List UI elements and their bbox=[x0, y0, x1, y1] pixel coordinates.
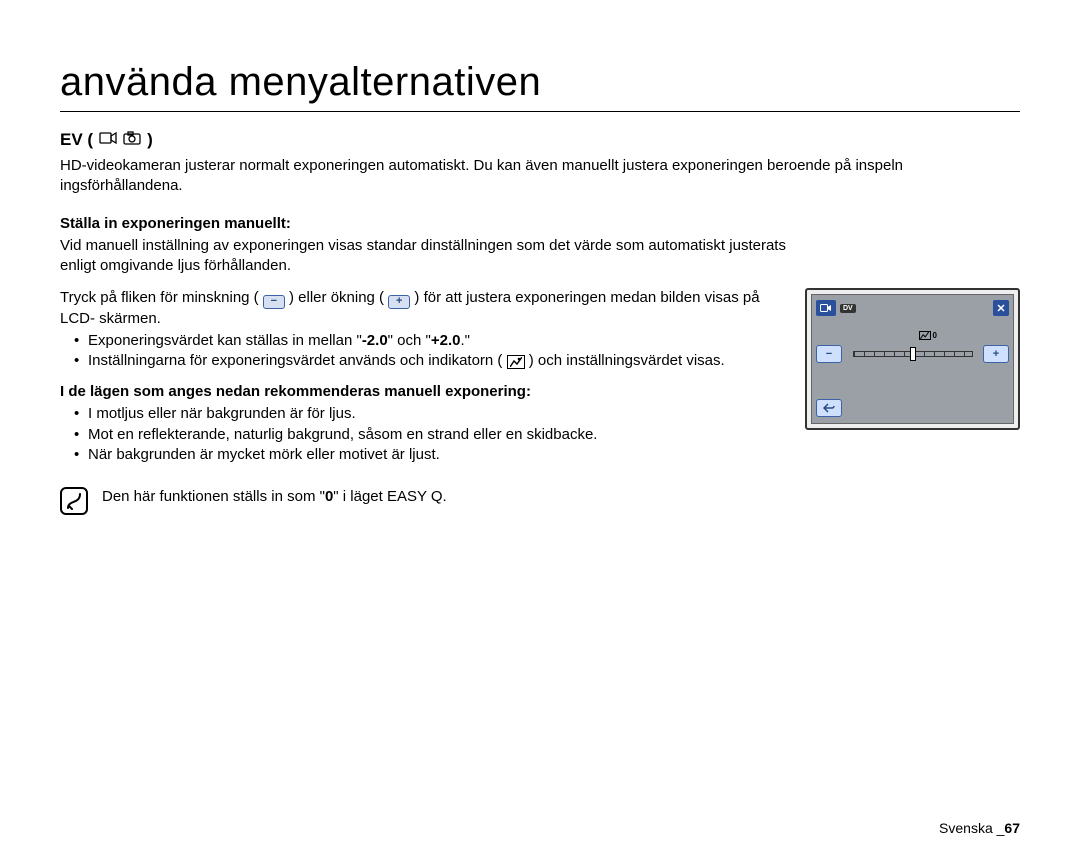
note-text: Den här funktionen ställs in som "0" i l… bbox=[102, 487, 447, 507]
lcd-figure: DV − 0 bbox=[805, 288, 1020, 430]
exposure-indicator-icon bbox=[507, 355, 525, 369]
manual-page: använda menyalternativen EV ( ) HD-video… bbox=[0, 0, 1080, 866]
list-item: Mot en reflekterande, naturlig bakgrund,… bbox=[74, 425, 785, 445]
recommended-list: I motljus eller när bakgrunden är för lj… bbox=[74, 404, 785, 465]
lcd-indicator-icon bbox=[919, 331, 931, 340]
paragraph-manual-desc: Vid manuell inställning av exponeringen … bbox=[60, 236, 790, 277]
intro-paragraph: HD-videokameran justerar normalt exponer… bbox=[60, 156, 1000, 197]
bullet-indicator: Inställningarna för exponeringsvärdet an… bbox=[74, 351, 785, 371]
lcd-close-icon bbox=[993, 300, 1009, 316]
lcd-ev-scale: 0 bbox=[846, 345, 979, 363]
lcd-plus-button: + bbox=[983, 345, 1009, 363]
subheading-recommended: I de lägen som anges nedan rekommenderas… bbox=[60, 383, 785, 400]
page-number: 67 bbox=[1004, 820, 1020, 836]
lcd-back-button bbox=[816, 399, 842, 417]
lcd-mode-label: DV bbox=[840, 304, 856, 313]
lcd-ev-value: 0 bbox=[933, 331, 937, 340]
page-title: använda menyalternativen bbox=[60, 60, 1020, 112]
video-mode-icon bbox=[99, 130, 117, 150]
note-row: Den här funktionen ställs in som "0" i l… bbox=[60, 487, 785, 515]
list-item: När bakgrunden är mycket mörk eller moti… bbox=[74, 445, 785, 465]
bullet-range: Exponeringsvärdet kan ställas in mellan … bbox=[74, 331, 785, 351]
paragraph-tabs: Tryck på fliken för minskning ( − ) elle… bbox=[60, 288, 785, 329]
content-row: Tryck på fliken för minskning ( − ) elle… bbox=[60, 288, 1020, 515]
page-footer: Svenska _67 bbox=[939, 820, 1020, 836]
list-item: I motljus eller när bakgrunden är för lj… bbox=[74, 404, 785, 424]
lcd-video-mode-icon bbox=[816, 300, 836, 316]
lcd-minus-button: − bbox=[816, 345, 842, 363]
section-heading-ev: EV ( ) bbox=[60, 130, 1020, 150]
note-icon bbox=[60, 487, 88, 515]
subheading-manual: Ställa in exponeringen manuellt: bbox=[60, 215, 1020, 232]
plus-tab-icon: + bbox=[388, 295, 410, 309]
ev-range-list: Exponeringsvärdet kan ställas in mellan … bbox=[74, 331, 785, 372]
minus-tab-icon: − bbox=[263, 295, 285, 309]
photo-mode-icon bbox=[123, 130, 141, 150]
